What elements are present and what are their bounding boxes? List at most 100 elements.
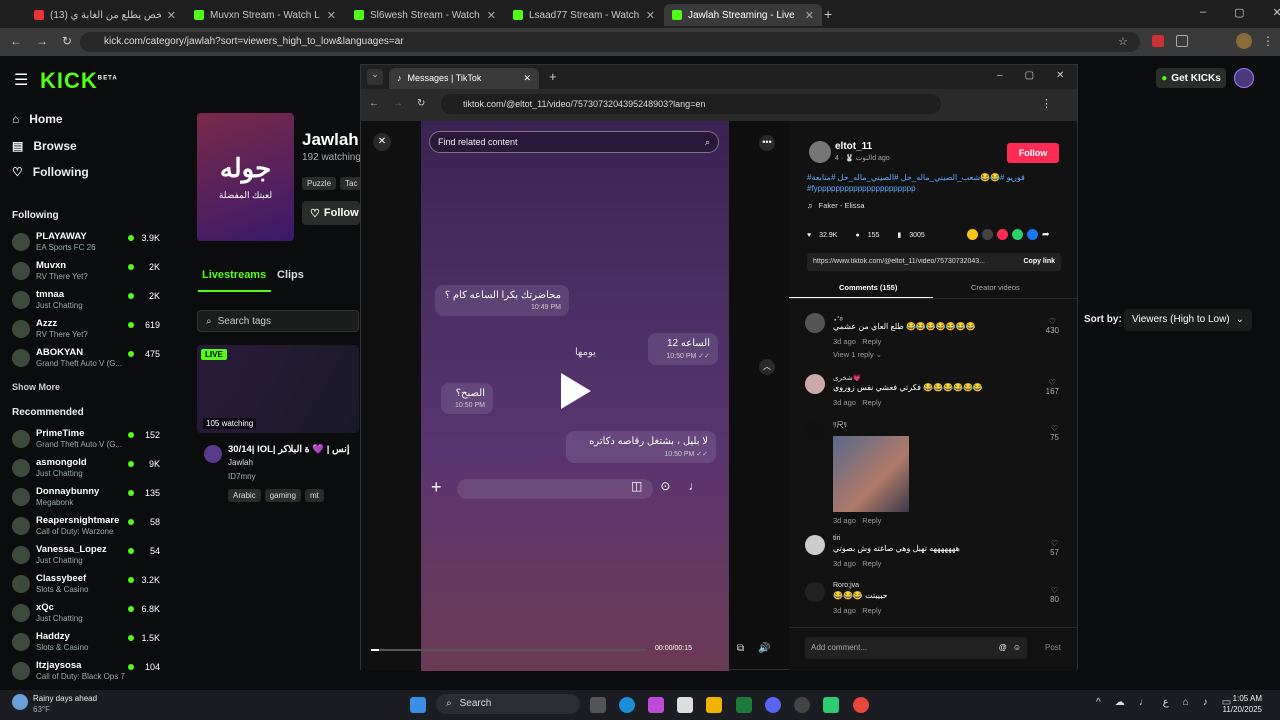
copilot-icon[interactable] bbox=[648, 697, 664, 713]
minimize-icon[interactable]: – bbox=[997, 70, 1003, 81]
sidebar-channel-item[interactable]: Muvxn RV There Yet? 2K bbox=[12, 260, 160, 286]
stream-tag[interactable]: Arabic bbox=[228, 489, 261, 502]
add-comment-input[interactable]: Add comment... @ ☺ bbox=[805, 637, 1027, 659]
comment-like[interactable]: ♡ 167 bbox=[1046, 378, 1059, 396]
browser-menu-icon[interactable]: ⋮ bbox=[1262, 34, 1274, 48]
task-view-icon[interactable] bbox=[590, 697, 606, 713]
previous-video-icon[interactable]: ︿ bbox=[759, 359, 775, 375]
menu-icon[interactable]: ⋮ bbox=[1041, 97, 1052, 110]
tab-comments[interactable]: Comments (155) bbox=[839, 283, 897, 292]
edge-icon[interactable] bbox=[619, 697, 635, 713]
comment-like[interactable]: ♡ 75 bbox=[1050, 424, 1059, 442]
play-icon[interactable] bbox=[561, 373, 591, 409]
category-tag[interactable]: Puzzle bbox=[302, 177, 337, 190]
sidebar-channel-item[interactable]: Reapersnightmare Call of Duty: Warzone 58 bbox=[12, 515, 160, 541]
search-icon[interactable]: ⌕ bbox=[705, 137, 710, 147]
streamer-name[interactable]: ID7mny bbox=[228, 472, 256, 481]
category-follow-button[interactable]: ♡ Follow bbox=[302, 201, 360, 225]
find-related-input[interactable]: Find related content ⌕ bbox=[429, 131, 719, 153]
browser-tab[interactable]: Muvxn Stream - Watch Live on✕ bbox=[186, 4, 344, 26]
taskbar-search[interactable]: ⌕ Search bbox=[436, 694, 580, 714]
send-icon[interactable] bbox=[997, 229, 1008, 240]
sidebar-channel-item[interactable]: Itzjaysosa Call of Duty: Black Ops 7 104 bbox=[12, 660, 160, 686]
comment-like[interactable]: ♡ 57 bbox=[1050, 539, 1059, 557]
comment-icon[interactable]: ● bbox=[855, 232, 859, 239]
sidebar-channel-item[interactable]: Donnaybunny Megabonk 135 bbox=[12, 486, 160, 512]
stream-title[interactable]: 30/14| IOL| إنس | 💜 ة البلاكر bbox=[228, 444, 358, 455]
commenter-avatar[interactable] bbox=[805, 313, 825, 333]
browser-tab[interactable]: Sl6wesh Stream - Watch Live o✕ bbox=[346, 4, 504, 26]
new-tab-icon[interactable]: + bbox=[549, 69, 557, 84]
tiktok-tab[interactable]: ♪ Messages | TikTok ✕ bbox=[389, 68, 539, 89]
onedrive-icon[interactable]: ☁ bbox=[1115, 697, 1125, 708]
get-kicks-button[interactable]: ● Get KICKs bbox=[1156, 68, 1226, 88]
view-replies-link[interactable]: View 1 reply ⌄ bbox=[833, 350, 882, 359]
tiktok-address-bar[interactable]: tiktok.com/@eltot_11/video/7573073204395… bbox=[441, 94, 941, 114]
tab-creator-videos[interactable]: Creator videos bbox=[971, 283, 1020, 292]
stream-thumbnail[interactable]: LIVE 105 watching bbox=[197, 345, 359, 433]
commenter-avatar[interactable] bbox=[805, 374, 825, 394]
search-tags-input[interactable]: ⌕ Search tags bbox=[197, 310, 359, 332]
hamburger-menu-icon[interactable]: ☰ bbox=[14, 70, 28, 90]
sidebar-channel-item[interactable]: asmongold Just Chatting 9K bbox=[12, 457, 160, 483]
new-tab-icon[interactable]: + bbox=[824, 6, 832, 22]
show-more-link[interactable]: Show More bbox=[12, 382, 60, 392]
extensions-icon[interactable] bbox=[1176, 35, 1188, 47]
chrome-icon[interactable] bbox=[853, 697, 869, 713]
bookmark-icon[interactable]: ▮ bbox=[897, 231, 901, 239]
weather-icon[interactable] bbox=[12, 694, 28, 710]
sidebar-channel-item[interactable]: PrimeTime Grand Theft Auto V (G... 152 bbox=[12, 428, 160, 454]
pip-icon[interactable]: ⧉ bbox=[737, 643, 744, 654]
settings-icon[interactable] bbox=[794, 697, 810, 713]
xbox-icon[interactable] bbox=[736, 697, 752, 713]
reload-icon[interactable]: ↻ bbox=[62, 34, 72, 48]
reply-link[interactable]: Reply bbox=[862, 606, 881, 615]
sidebar-channel-item[interactable]: ABOKYAN Grand Theft Auto V (G... 475 bbox=[12, 347, 160, 373]
nav-browse[interactable]: ▤ Browse bbox=[12, 139, 77, 153]
whatsapp-icon[interactable] bbox=[1012, 229, 1023, 240]
close-window-icon[interactable]: ✕ bbox=[1056, 70, 1064, 81]
tab-list-icon[interactable]: ⌄ bbox=[367, 69, 383, 85]
volume-icon[interactable]: ♪ bbox=[1203, 697, 1208, 708]
kick-logo[interactable]: KICKBETA bbox=[40, 68, 118, 94]
emoji-icon[interactable]: ☺ bbox=[1013, 643, 1021, 653]
author-avatar[interactable] bbox=[809, 141, 831, 163]
commenter-avatar[interactable] bbox=[805, 420, 825, 440]
clock-time[interactable]: 1:05 AM bbox=[1222, 694, 1262, 703]
clock-date[interactable]: 11/20/2025 bbox=[1212, 705, 1262, 714]
close-tab-icon[interactable]: ✕ bbox=[805, 9, 814, 22]
sidebar-channel-item[interactable]: Vanessa_Lopez Just Chatting 54 bbox=[12, 544, 160, 570]
forward-icon[interactable]: → bbox=[393, 98, 403, 109]
reply-link[interactable]: Reply bbox=[862, 559, 881, 568]
close-tab-icon[interactable]: ✕ bbox=[523, 73, 531, 84]
nav-home[interactable]: ⌂ Home bbox=[12, 112, 63, 126]
browser-tab-active[interactable]: Jawlah Streaming - Live Stream✕ bbox=[664, 4, 822, 26]
minimize-icon[interactable]: – bbox=[1200, 6, 1206, 19]
author-name[interactable]: eltot_11 bbox=[835, 141, 872, 152]
caption-hashtags-2[interactable]: #fypppppppppppppppppppppp bbox=[807, 184, 916, 193]
sidebar-channel-item[interactable]: xQc Just Chatting 6.8K bbox=[12, 602, 160, 628]
volume-icon[interactable]: 🔊 bbox=[758, 643, 770, 654]
music-info[interactable]: ♫ Faker - Elissa bbox=[807, 201, 864, 210]
caption-hashtags[interactable]: #قوريو #😂😂شعب_الصيني_ماله_حل #الصيني_مال… bbox=[807, 173, 1025, 182]
comment-like[interactable]: ♡ 80 bbox=[1050, 586, 1059, 604]
video-progress-track[interactable] bbox=[371, 649, 647, 651]
microphone-icon[interactable]: ♩ bbox=[1139, 697, 1149, 708]
close-tab-icon[interactable]: ✕ bbox=[646, 9, 655, 22]
stream-tag[interactable]: mt bbox=[304, 489, 324, 502]
like-icon[interactable]: ♥ bbox=[807, 232, 811, 239]
app-icon[interactable] bbox=[823, 697, 839, 713]
close-video-icon[interactable]: ✕ bbox=[373, 133, 391, 151]
sidebar-channel-item[interactable]: Haddzy Slots & Casino 1.5K bbox=[12, 631, 160, 657]
share-icon[interactable] bbox=[967, 229, 978, 240]
mention-icon[interactable]: @ bbox=[999, 643, 1007, 653]
extension-icon[interactable] bbox=[1152, 35, 1164, 47]
back-icon[interactable]: ← bbox=[10, 34, 22, 48]
close-tab-icon[interactable]: ✕ bbox=[327, 9, 336, 22]
follow-button[interactable]: Follow bbox=[1007, 143, 1059, 163]
commenter-avatar[interactable] bbox=[805, 582, 825, 602]
streamer-avatar[interactable] bbox=[204, 445, 222, 463]
post-button[interactable]: Post bbox=[1045, 643, 1061, 652]
close-tab-icon[interactable]: ✕ bbox=[167, 9, 176, 22]
browser-tab[interactable]: (13) اخر شخص يطلع من الغابة ي✕ bbox=[26, 4, 184, 26]
